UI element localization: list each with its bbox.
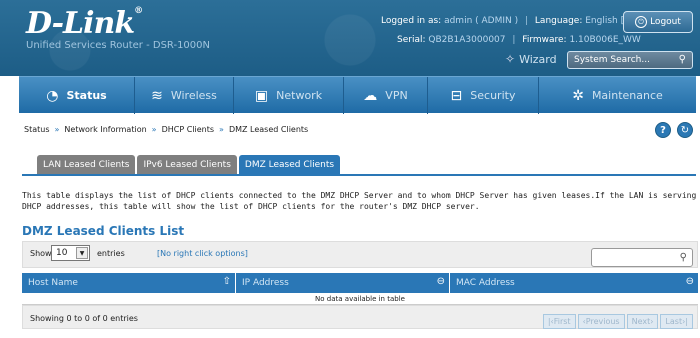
power-icon: ⏻ — [635, 16, 648, 28]
nav-status[interactable]: ◔ Status — [19, 77, 135, 114]
cloud-icon: ☁ — [363, 87, 378, 104]
table-toolbar: Show 10 ▼ entries [No right click option… — [22, 241, 698, 268]
breadcrumb: Status » Network Information » DHCP Clie… — [24, 125, 309, 134]
tab-ipv6-leased-clients[interactable]: IPv6 Leased Clients — [137, 155, 237, 174]
chevron-down-icon: ▼ — [76, 247, 88, 259]
breadcrumb-dmz-leased-clients: DMZ Leased Clients — [228, 125, 309, 134]
wand-icon: ✧ — [505, 52, 516, 66]
tab-bar: LAN Leased Clients IPv6 Leased Clients D… — [37, 155, 341, 174]
nav-security[interactable]: ⊟ Security — [428, 77, 539, 114]
main-nav: ◔ Status ≋ Wireless ▣ Network ☁ VPN ⊟ Se… — [19, 76, 696, 114]
breadcrumb-network-information[interactable]: Network Information — [64, 125, 146, 134]
system-search-input[interactable]: System Search... ⚲ — [567, 51, 693, 69]
table-footer: Showing 0 to 0 of 0 entries |‹ First ‹ P… — [22, 305, 698, 329]
nav-maintenance[interactable]: ✲ Maintenance — [539, 77, 696, 114]
monitor-icon: ▣ — [254, 87, 269, 104]
nav-wireless[interactable]: ≋ Wireless — [135, 77, 234, 114]
nav-vpn[interactable]: ☁ VPN — [344, 77, 428, 114]
page-description: This table displays the list of DHCP cli… — [22, 191, 697, 211]
gears-icon: ✲ — [572, 87, 584, 104]
serial-info: Serial: QB2B1A3000007 | Firmware: 1.10B0… — [397, 35, 641, 45]
pagination: |‹ First ‹ Previous Next › Last ›| — [542, 314, 693, 329]
showing-count: Showing 0 to 0 of 0 entries — [30, 314, 138, 323]
right-click-options: [No right click options] — [157, 249, 248, 258]
refresh-icon[interactable]: ↻ — [677, 122, 693, 138]
table-header: Host Name ⇧ IP Address ⊖ MAC Address ⊖ — [22, 273, 698, 293]
column-ip-address[interactable]: IP Address ⊖ — [236, 273, 450, 293]
page-previous-button[interactable]: ‹ Previous — [577, 314, 625, 329]
tab-lan-leased-clients[interactable]: LAN Leased Clients — [37, 155, 136, 174]
login-info: Logged in as: admin ( ADMIN ) | Language… — [381, 16, 640, 26]
wifi-icon: ≋ — [151, 87, 163, 104]
logged-user: admin ( ADMIN ) — [444, 16, 519, 26]
firmware-value: 1.10B006E_WW — [569, 35, 641, 45]
section-title: DMZ Leased Clients List — [22, 224, 185, 238]
page-last-button[interactable]: Last ›| — [660, 314, 693, 329]
breadcrumb-status[interactable]: Status — [24, 125, 50, 134]
table-search-input[interactable]: ⚲ — [591, 248, 693, 267]
nav-network[interactable]: ▣ Network — [234, 77, 344, 114]
tab-dmz-leased-clients[interactable]: DMZ Leased Clients — [238, 155, 341, 174]
page-next-button[interactable]: Next › — [626, 314, 659, 329]
search-icon: ⚲ — [679, 252, 687, 263]
help-icon[interactable]: ? — [655, 122, 671, 138]
header: D-Link® Unified Services Router - DSR-10… — [0, 0, 700, 76]
table-empty-message: No data available in table — [22, 293, 698, 305]
gauge-icon: ◔ — [46, 87, 59, 104]
dlink-logo: D-Link® — [26, 6, 143, 41]
router-model: Unified Services Router - DSR-1000N — [26, 40, 210, 51]
sort-icon: ⊖ — [436, 276, 445, 287]
sort-icon: ⊖ — [685, 276, 694, 287]
logout-button[interactable]: ⏻ Logout — [623, 11, 693, 33]
column-host-name[interactable]: Host Name ⇧ — [22, 273, 236, 293]
lock-icon: ⊟ — [450, 87, 463, 104]
entries-select[interactable]: 10 ▼ — [51, 245, 90, 261]
tab-underline — [22, 174, 696, 176]
column-mac-address[interactable]: MAC Address ⊖ — [450, 273, 698, 293]
breadcrumb-dhcp-clients[interactable]: DHCP Clients — [162, 125, 214, 134]
search-icon[interactable]: ⚲ — [679, 54, 686, 65]
sort-up-icon: ⇧ — [222, 276, 231, 287]
page-first-button[interactable]: |‹ First — [542, 314, 576, 329]
wizard-link[interactable]: ✧ Wizard — [505, 52, 557, 66]
serial-value: QB2B1A3000007 — [428, 35, 506, 45]
